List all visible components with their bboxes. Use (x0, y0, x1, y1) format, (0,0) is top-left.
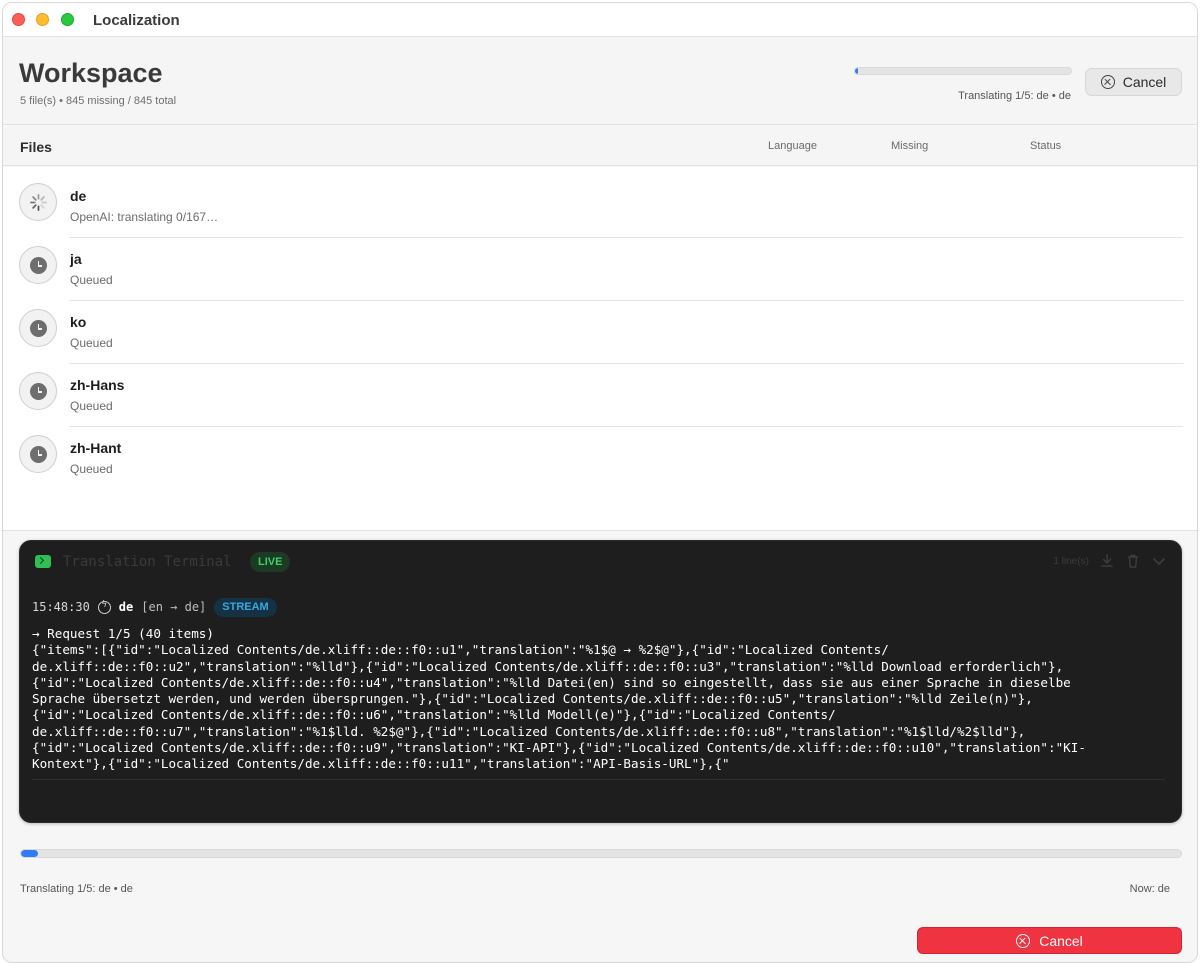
footer-cancel-label: Cancel (1039, 932, 1083, 949)
file-row-ko[interactable]: ko Queued (3, 301, 1183, 364)
file-status-text: Queued (70, 273, 113, 287)
file-row-ja[interactable]: ja Queued (3, 238, 1183, 301)
file-language-name: ja (70, 251, 82, 267)
header-progress-fill (855, 68, 859, 74)
footer-cancel-button[interactable]: Cancel (917, 927, 1182, 954)
files-heading: Files (20, 139, 52, 155)
status-indicator (19, 435, 57, 473)
header-progress-bar (854, 67, 1072, 75)
workspace-summary: 5 file(s) • 845 missing / 845 total (20, 95, 177, 107)
window-title: Localization (93, 12, 180, 29)
header-status-text: Translating 1/5: de • de (958, 90, 1071, 102)
terminal-header: Translation Terminal LIVE 1 line(s) (20, 541, 1181, 583)
files-column-header: Files Language Missing Status (3, 126, 1197, 166)
clock-icon (30, 446, 47, 463)
title-bar: Localization (3, 3, 1197, 37)
status-indicator (19, 309, 57, 347)
terminal-log: 15:48:30 de [en → de] STREAM → Request 1… (32, 597, 1165, 780)
chevron-down-icon[interactable] (1151, 553, 1167, 569)
terminal-line-count: 1 line(s) (1053, 556, 1089, 567)
file-language-name: zh-Hant (70, 440, 122, 456)
file-list: de OpenAI: translating 0/167… ja Queued … (3, 167, 1197, 531)
log-language: de (118, 600, 134, 614)
translation-terminal: Translation Terminal LIVE 1 line(s) 15:4… (19, 540, 1182, 823)
app-window: Localization Workspace 5 file(s) • 845 m… (2, 2, 1198, 963)
overall-progress-fill (21, 850, 39, 857)
trash-icon[interactable] (1125, 553, 1141, 569)
header-cancel-button[interactable]: Cancel (1085, 68, 1182, 96)
cancel-circle-icon (1100, 75, 1115, 89)
close-window-button[interactable] (12, 13, 25, 26)
log-entry-text: → Request 1/5 (40 items) {"items":[{"id"… (32, 626, 1086, 772)
file-row-de[interactable]: de OpenAI: translating 0/167… (3, 175, 1183, 238)
minimize-window-button[interactable] (36, 13, 49, 26)
status-indicator (19, 246, 57, 284)
file-language-name: zh-Hans (70, 377, 125, 393)
spinner-icon (30, 194, 47, 211)
column-language[interactable]: Language (768, 140, 817, 152)
file-status-text: Queued (70, 399, 113, 413)
file-language-name: ko (70, 314, 87, 330)
page-title: Workspace (19, 58, 163, 88)
file-row-zh-hans[interactable]: zh-Hans Queued (3, 364, 1183, 427)
live-badge: LIVE (250, 552, 291, 572)
file-row-zh-hant[interactable]: zh-Hant Queued (3, 427, 1183, 490)
log-divider (32, 778, 1165, 780)
file-status-text: Queued (70, 462, 113, 476)
column-missing[interactable]: Missing (891, 140, 928, 152)
log-language-pair: [en → de] (141, 600, 207, 614)
terminal-title: Translation Terminal (63, 554, 232, 570)
header-cancel-label: Cancel (1122, 74, 1167, 90)
log-entry-meta: 15:48:30 de [en → de] STREAM (32, 597, 1165, 617)
log-timestamp: 15:48:30 (32, 600, 90, 614)
footer-status-text: Translating 1/5: de • de (20, 883, 133, 895)
overall-progress-bar (20, 849, 1182, 858)
file-status-text: OpenAI: translating 0/167… (70, 210, 219, 224)
file-status-text: Queued (70, 336, 113, 350)
cancel-circle-icon (1016, 933, 1031, 948)
clock-icon (30, 257, 47, 274)
file-language-name: de (70, 188, 87, 204)
clock-icon (30, 383, 47, 400)
column-status[interactable]: Status (1030, 140, 1061, 152)
footer-now-text: Now: de (1129, 883, 1170, 895)
stream-badge: STREAM (214, 597, 277, 617)
status-indicator (19, 372, 57, 410)
bolt-icon (97, 600, 111, 614)
zoom-window-button[interactable] (61, 13, 74, 26)
workspace-header: Workspace 5 file(s) • 845 missing / 845 … (3, 38, 1197, 125)
clock-icon (30, 320, 47, 337)
terminal-icon (35, 555, 51, 568)
download-icon[interactable] (1099, 553, 1115, 569)
status-indicator (19, 183, 57, 221)
